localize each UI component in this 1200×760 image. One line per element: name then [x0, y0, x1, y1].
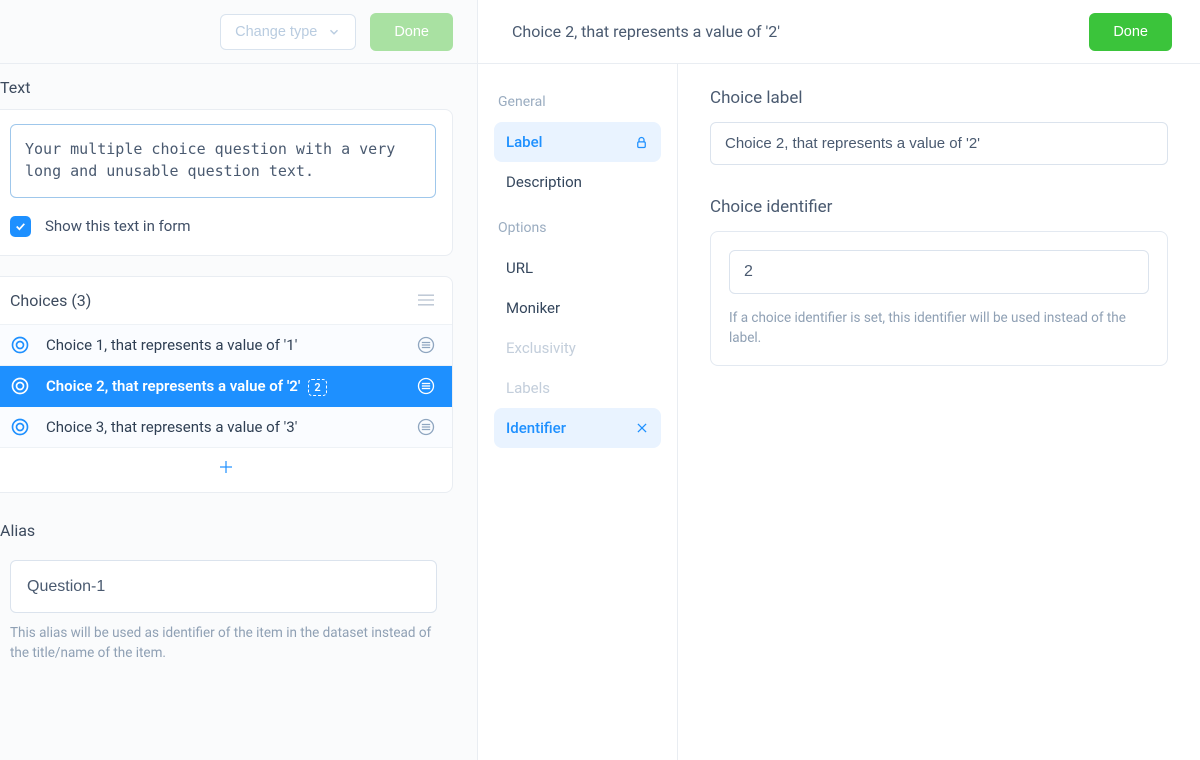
- choice-label: Choice 2, that represents a value of '2'…: [46, 377, 400, 395]
- question-text-input[interactable]: [10, 124, 436, 198]
- alias-card: This alias will be used as identifier of…: [0, 546, 453, 682]
- nav-item-label: Label: [506, 133, 542, 151]
- nav-item-label: Exclusivity: [506, 339, 576, 357]
- text-section-title: Text: [0, 78, 477, 97]
- radio-icon: [10, 376, 30, 396]
- change-type-button[interactable]: Change type: [220, 14, 356, 50]
- choice-id-chip: 2: [308, 379, 326, 396]
- nav-item-url[interactable]: URL: [494, 248, 661, 288]
- change-type-label: Change type: [235, 24, 317, 40]
- done-button-right[interactable]: Done: [1089, 13, 1172, 51]
- show-text-checkbox[interactable]: [10, 216, 31, 237]
- nav-item-labels: Labels: [494, 368, 661, 408]
- choice-row-3[interactable]: Choice 3, that represents a value of '3': [0, 407, 452, 448]
- show-text-row[interactable]: Show this text in form: [10, 216, 436, 237]
- nav-item-label: Labels: [506, 379, 550, 397]
- detail-nav-panel: General Label Description Options URL Moni…: [478, 0, 678, 760]
- choice-label: Choice 3, that represents a value of '3': [46, 418, 400, 436]
- nav-body: General Label Description Options URL Moni…: [478, 64, 677, 468]
- nav-list-options: URL Moniker Exclusivity Labels Identifier: [494, 248, 661, 448]
- nav-item-exclusivity: Exclusivity: [494, 328, 661, 368]
- alias-section-title: Alias: [0, 521, 477, 540]
- done-button-left[interactable]: Done: [370, 13, 453, 51]
- nav-group-options: Options: [498, 220, 661, 236]
- choice-identifier-box: If a choice identifier is set, this iden…: [710, 231, 1168, 366]
- question-editor-panel: Change type Done Text Show this text in …: [0, 0, 478, 760]
- choice-identifier-input[interactable]: [729, 250, 1149, 294]
- choice-label-block: Choice label: [710, 88, 1168, 165]
- choices-title: Choices (3): [10, 291, 91, 310]
- close-icon[interactable]: [635, 421, 649, 435]
- alias-input[interactable]: [10, 560, 437, 613]
- drag-handle-icon[interactable]: [416, 417, 436, 437]
- nav-item-label: Moniker: [506, 299, 560, 317]
- nav-group-general: General: [498, 94, 661, 110]
- choice-row-2[interactable]: Choice 2, that represents a value of '2'…: [0, 366, 452, 407]
- plus-icon: [217, 458, 235, 476]
- choice-detail-panel: Choice label Choice identifier If a choi…: [678, 0, 1200, 760]
- show-text-label: Show this text in form: [45, 217, 191, 235]
- nav-item-label: URL: [506, 259, 533, 277]
- add-choice-button[interactable]: [0, 448, 452, 492]
- choices-header: Choices (3): [0, 277, 452, 325]
- detail-header: Choice 2, that represents a value of '2'…: [478, 0, 1200, 64]
- nav-item-label[interactable]: Label: [494, 122, 661, 162]
- drag-handle-icon[interactable]: [416, 376, 436, 396]
- choice-row-1[interactable]: Choice 1, that represents a value of '1': [0, 325, 452, 366]
- choice-label: Choice 1, that represents a value of '1': [46, 336, 400, 354]
- nav-item-identifier[interactable]: Identifier: [494, 408, 661, 448]
- text-section-card: Show this text in form: [0, 109, 453, 256]
- lock-icon: [634, 135, 649, 150]
- detail-header-title: Choice 2, that represents a value of '2': [512, 22, 780, 41]
- drag-handle-icon[interactable]: [416, 335, 436, 355]
- radio-icon: [10, 335, 30, 355]
- choice-identifier-title: Choice identifier: [710, 197, 1168, 217]
- choices-list: Choice 1, that represents a value of '1'…: [0, 325, 452, 448]
- left-toolbar: Change type Done: [0, 0, 477, 64]
- alias-help-text: This alias will be used as identifier of…: [10, 623, 437, 664]
- nav-list-general: Label Description: [494, 122, 661, 202]
- reorder-icon[interactable]: [416, 292, 436, 308]
- choice-label-input[interactable]: [710, 122, 1168, 165]
- nav-item-label: Description: [506, 173, 582, 191]
- check-icon: [14, 220, 27, 233]
- left-body: Text Show this text in form Choices (3) …: [0, 64, 477, 760]
- choice-identifier-help: If a choice identifier is set, this iden…: [729, 308, 1149, 349]
- nav-item-label: Identifier: [506, 419, 566, 437]
- choice-label-title: Choice label: [710, 88, 1168, 108]
- choices-card: Choices (3) Choice 1, that represents a …: [0, 276, 453, 493]
- radio-icon: [10, 417, 30, 437]
- chevron-down-icon: [327, 25, 341, 39]
- choice-identifier-block: Choice identifier If a choice identifier…: [710, 197, 1168, 366]
- nav-item-description[interactable]: Description: [494, 162, 661, 202]
- nav-item-moniker[interactable]: Moniker: [494, 288, 661, 328]
